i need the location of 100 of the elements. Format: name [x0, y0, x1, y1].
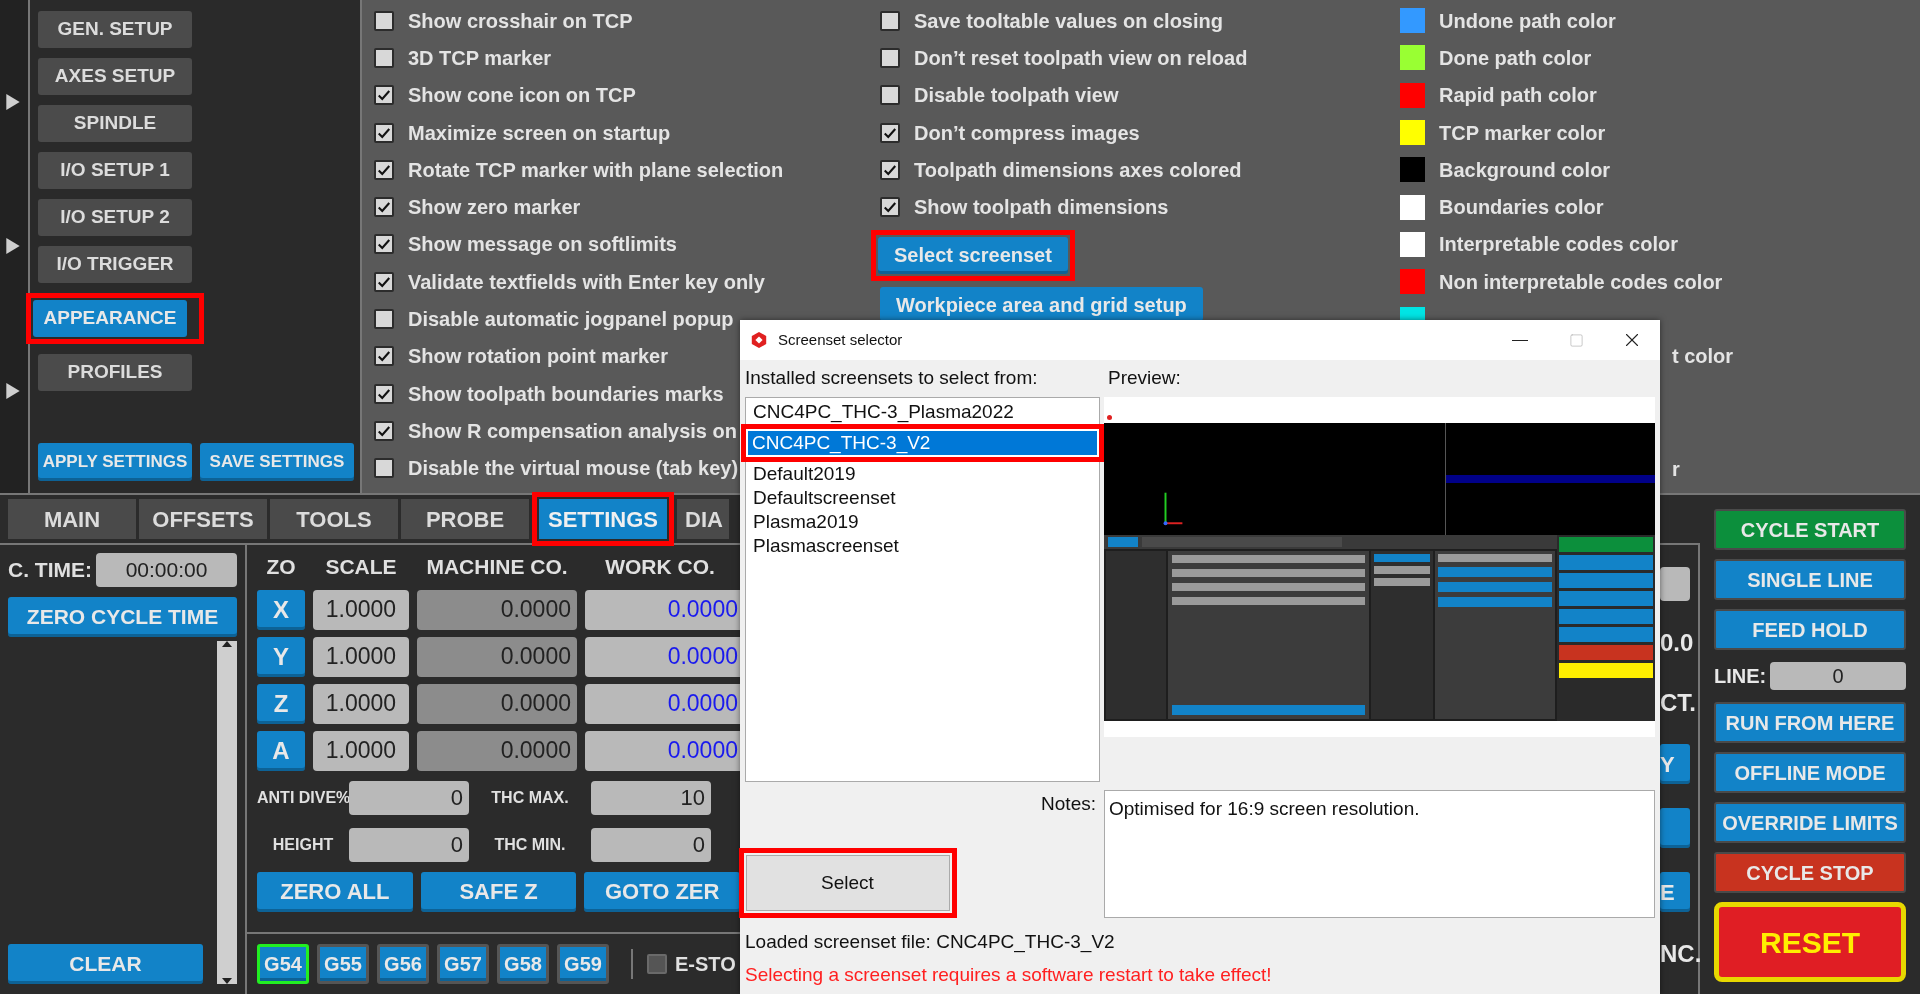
sidebar-button[interactable]: I/O SETUP 2 [38, 199, 192, 236]
list-item[interactable]: CNC4PC_THC-3_Plasma2022 [749, 399, 1018, 424]
scale-field[interactable]: 1.0000 [313, 683, 409, 724]
main-tab[interactable]: SETTINGS [539, 499, 667, 539]
sidebar-button[interactable]: SPINDLE [38, 105, 192, 142]
checkbox[interactable] [374, 458, 394, 479]
settings-action-button[interactable]: APPLY SETTINGS [38, 443, 192, 481]
control-button[interactable]: OVERRIDE LIMITS [1714, 802, 1906, 843]
reset-button[interactable]: RESET [1714, 902, 1906, 982]
scale-field[interactable]: 1.0000 [313, 589, 409, 630]
select-button[interactable]: Select [745, 855, 950, 911]
color-swatch[interactable] [1400, 8, 1425, 34]
scrollbar[interactable] [217, 641, 237, 984]
checkbox[interactable] [880, 122, 900, 143]
coords-action-button[interactable]: ZERO ALL [257, 871, 413, 912]
checkbox[interactable] [880, 159, 900, 180]
scroll-down-icon[interactable] [222, 978, 232, 984]
button-fragment[interactable] [1660, 808, 1690, 849]
color-swatch[interactable] [1400, 120, 1425, 146]
control-button[interactable]: OFFLINE MODE [1714, 752, 1906, 793]
control-button[interactable]: CYCLE START [1714, 509, 1906, 550]
offset-button[interactable]: G59 [557, 944, 609, 984]
param-field[interactable]: 0 [349, 827, 469, 862]
checkbox[interactable] [374, 346, 394, 367]
checkbox[interactable] [374, 271, 394, 292]
checkbox[interactable] [374, 420, 394, 441]
color-swatch[interactable] [1400, 82, 1425, 108]
sidebar-button[interactable]: I/O SETUP 1 [38, 152, 192, 189]
param-field[interactable]: 0 [591, 827, 711, 862]
main-tab[interactable]: PROBE [401, 499, 529, 539]
expand-arrow-icon[interactable] [6, 94, 20, 111]
option-label: Show message on softlimits [408, 232, 677, 258]
sidebar-button[interactable]: PROFILES [38, 354, 192, 391]
work-coordinate[interactable]: 0.0000 [585, 589, 740, 630]
axis-button[interactable]: A [257, 730, 305, 771]
main-tab[interactable]: TOOLS [270, 499, 398, 539]
coords-action-button[interactable]: GOTO ZER [584, 871, 740, 912]
offset-button[interactable]: G55 [317, 944, 369, 984]
color-swatch[interactable] [1400, 45, 1425, 71]
sidebar-button[interactable]: GEN. SETUP [38, 11, 192, 48]
list-item[interactable]: Plasma2019 [749, 509, 863, 534]
offset-button[interactable]: G58 [497, 944, 549, 984]
checkbox[interactable] [880, 85, 900, 106]
checkbox[interactable] [374, 47, 394, 68]
appearance-action-button[interactable]: Select screenset [878, 236, 1068, 274]
checkbox[interactable] [374, 234, 394, 255]
sidebar-button[interactable]: I/O TRIGGER [38, 246, 192, 283]
line-field[interactable]: 0 [1770, 662, 1906, 690]
expand-arrow-icon[interactable] [6, 238, 20, 255]
axis-button[interactable]: X [257, 589, 305, 630]
main-tab[interactable]: OFFSETS [139, 499, 267, 539]
checkbox[interactable] [880, 47, 900, 68]
settings-action-button[interactable]: SAVE SETTINGS [200, 443, 354, 481]
offset-button[interactable]: G56 [377, 944, 429, 984]
control-button[interactable]: CYCLE STOP [1714, 852, 1906, 893]
checkbox[interactable] [647, 954, 667, 974]
input-field[interactable] [1660, 566, 1690, 601]
checkbox[interactable] [374, 309, 394, 329]
list-item[interactable]: CNC4PC_THC-3_V2 [748, 430, 1097, 455]
button-fragment[interactable]: E [1660, 872, 1690, 913]
button-fragment[interactable]: Y [1660, 744, 1690, 785]
control-button[interactable]: RUN FROM HERE [1714, 702, 1906, 743]
scroll-up-icon[interactable] [222, 641, 232, 647]
offset-button[interactable]: G57 [437, 944, 489, 984]
color-swatch[interactable] [1400, 269, 1425, 295]
work-coordinate[interactable]: 0.0000 [585, 683, 740, 724]
control-button[interactable]: FEED HOLD [1714, 609, 1906, 650]
sidebar-button[interactable]: APPEARANCE [33, 300, 187, 337]
param-field[interactable]: 10 [591, 780, 711, 815]
offset-button[interactable]: G54 [257, 944, 309, 984]
checkbox[interactable] [880, 197, 900, 218]
color-swatch[interactable] [1400, 194, 1425, 220]
scale-field[interactable]: 1.0000 [313, 636, 409, 677]
checkbox[interactable] [374, 122, 394, 143]
checkbox[interactable] [880, 10, 900, 31]
main-tab[interactable]: DIA [677, 499, 729, 539]
expand-arrow-icon[interactable] [6, 382, 20, 399]
sidebar-button[interactable]: AXES SETUP [38, 58, 192, 95]
control-button[interactable]: SINGLE LINE [1714, 559, 1906, 600]
checkbox[interactable] [374, 197, 394, 218]
checkbox[interactable] [374, 10, 394, 31]
list-item[interactable]: Default2019 [749, 461, 860, 486]
window-title: Screenset selector [778, 329, 903, 350]
work-coordinate[interactable]: 0.0000 [585, 730, 740, 771]
checkbox[interactable] [374, 85, 394, 106]
scale-field[interactable]: 1.0000 [313, 730, 409, 771]
main-tab[interactable]: MAIN [8, 499, 136, 539]
work-coordinate[interactable]: 0.0000 [585, 636, 740, 677]
color-swatch[interactable] [1400, 231, 1425, 257]
clear-button[interactable]: CLEAR [8, 944, 203, 984]
axis-button[interactable]: Z [257, 683, 305, 724]
list-item[interactable]: Defaultscreenset [749, 485, 900, 510]
color-swatch[interactable] [1400, 157, 1425, 183]
axis-button[interactable]: Y [257, 636, 305, 677]
checkbox[interactable] [374, 159, 394, 180]
coords-action-button[interactable]: SAFE Z [420, 871, 577, 912]
param-field[interactable]: 0 [349, 780, 469, 815]
checkbox[interactable] [374, 383, 394, 404]
zero-cycle-time-button[interactable]: ZERO CYCLE TIME [8, 597, 237, 637]
list-item[interactable]: Plasmascreenset [749, 533, 903, 558]
